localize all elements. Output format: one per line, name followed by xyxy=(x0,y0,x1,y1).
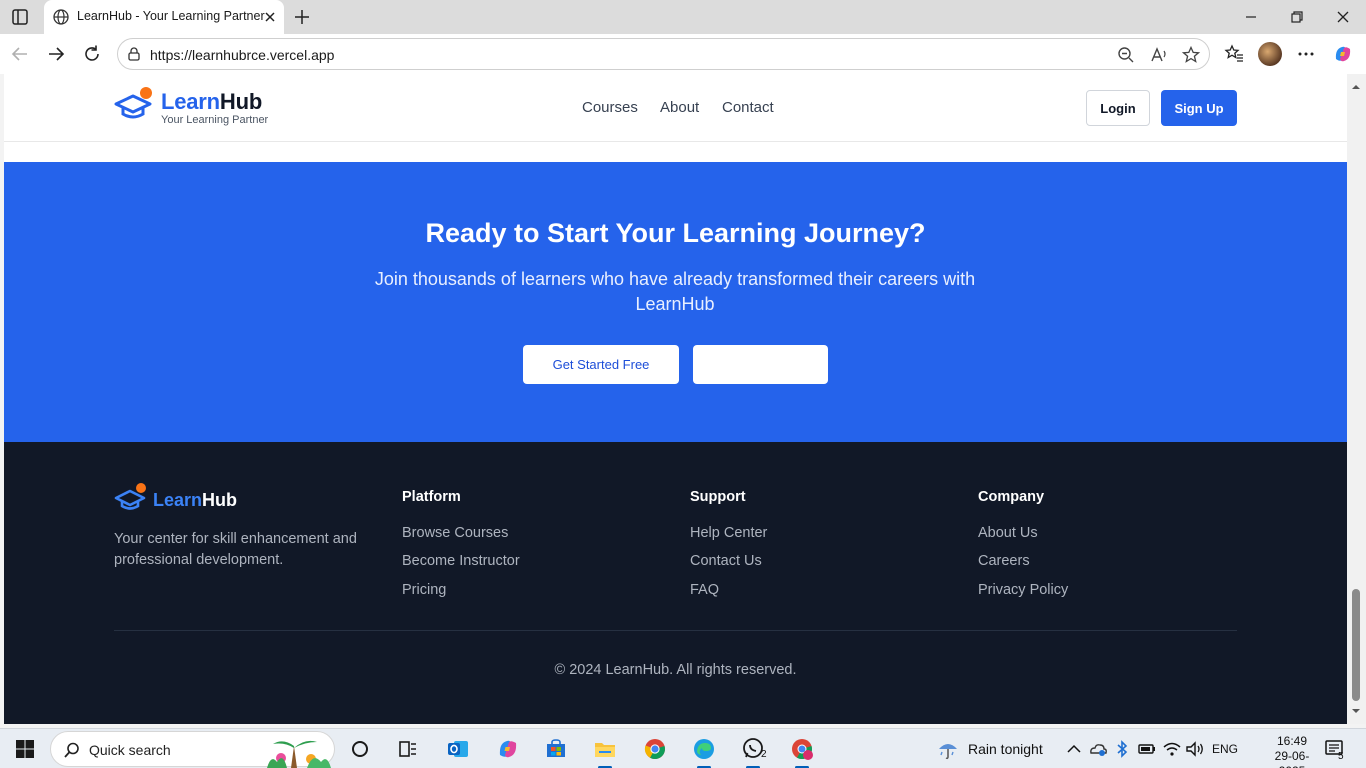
site-header: LearnHub Your Learning Partner Courses A… xyxy=(4,74,1347,142)
tab-title: LearnHub - Your Learning Partner xyxy=(77,9,265,23)
scroll-up-arrow-icon[interactable] xyxy=(1351,82,1361,92)
restore-icon[interactable] xyxy=(1286,6,1308,28)
copilot-icon[interactable] xyxy=(1332,43,1354,65)
cortana-icon[interactable] xyxy=(348,737,372,761)
footer-link-privacy-policy[interactable]: Privacy Policy xyxy=(978,582,1068,598)
nav-link-about[interactable]: About xyxy=(660,99,699,116)
footer-heading-platform: Platform xyxy=(402,489,461,505)
wifi-icon[interactable] xyxy=(1161,737,1183,761)
footer-link-contact-us[interactable]: Contact Us xyxy=(690,553,762,569)
volume-icon[interactable] xyxy=(1184,737,1206,761)
taskbar-search[interactable]: Quick search xyxy=(50,731,335,768)
footer-link-pricing[interactable]: Pricing xyxy=(402,582,446,598)
footer-copyright: © 2024 LearnHub. All rights reserved. xyxy=(554,662,797,678)
chrome-icon[interactable] xyxy=(643,737,667,761)
footer-link-faq[interactable]: FAQ xyxy=(690,582,719,598)
profile-avatar[interactable] xyxy=(1258,42,1282,66)
site-footer: LearnHub Your center for skill enhanceme… xyxy=(4,442,1347,724)
search-placeholder: Quick search xyxy=(89,742,171,758)
favorites-icon[interactable] xyxy=(1223,43,1245,65)
clock-time: 16:49 xyxy=(1276,734,1308,748)
footer-logo-learn-text: Learn xyxy=(153,490,203,510)
minimize-icon[interactable] xyxy=(1240,6,1262,28)
footer-link-about-us[interactable]: About Us xyxy=(978,525,1038,541)
onedrive-icon[interactable] xyxy=(1088,737,1108,761)
browser-tab-bar: LearnHub - Your Learning Partner xyxy=(0,0,1366,34)
browser-toolbar: https://learnhubrce.vercel.app xyxy=(0,34,1366,74)
whatsapp-badge: 2 xyxy=(761,749,767,760)
clock-date: 29-06-2025 xyxy=(1274,749,1310,768)
graduation-cap-logo-icon[interactable] xyxy=(114,86,156,122)
favorite-star-icon[interactable] xyxy=(1181,45,1201,65)
more-menu-icon[interactable] xyxy=(1295,43,1317,65)
globe-icon xyxy=(53,9,69,25)
login-button[interactable]: Login xyxy=(1086,90,1150,126)
close-tab-icon[interactable] xyxy=(262,9,278,25)
new-tab-icon[interactable] xyxy=(292,7,312,27)
scroll-down-arrow-icon[interactable] xyxy=(1351,706,1361,716)
search-highlight-illustration-icon xyxy=(267,740,331,768)
file-explorer-icon[interactable] xyxy=(593,737,617,761)
close-window-icon[interactable] xyxy=(1332,6,1354,28)
copilot-app-icon[interactable] xyxy=(496,737,520,761)
edge-icon[interactable] xyxy=(692,737,716,761)
chrome-profile-icon[interactable] xyxy=(790,737,814,761)
back-arrow-icon[interactable] xyxy=(9,43,31,65)
nav-link-contact[interactable]: Contact xyxy=(722,99,774,116)
footer-link-become-instructor[interactable]: Become Instructor xyxy=(402,553,520,569)
footer-heading-company: Company xyxy=(978,489,1045,505)
logo-hub-text: Hub xyxy=(219,89,263,114)
footer-heading-support: Support xyxy=(690,489,746,505)
read-aloud-icon[interactable] xyxy=(1149,45,1169,65)
get-started-button[interactable]: Get Started Free xyxy=(523,345,679,384)
logo-learn-text: Learn xyxy=(161,89,220,114)
windows-start-icon[interactable] xyxy=(13,737,37,761)
notifications-badge: 5 xyxy=(1338,751,1344,762)
footer-link-help-center[interactable]: Help Center xyxy=(690,525,767,541)
logo-tagline: Your Learning Partner xyxy=(161,114,269,126)
battery-icon[interactable] xyxy=(1137,737,1157,761)
cta-section: Ready to Start Your Learning Journey? Jo… xyxy=(4,162,1347,442)
logo-wordmark[interactable]: LearnHub xyxy=(161,89,262,115)
url-text[interactable]: https://learnhubrce.vercel.app xyxy=(150,47,334,63)
scroll-thumb[interactable] xyxy=(1352,589,1360,701)
secondary-cta-button[interactable] xyxy=(693,345,828,384)
tab-actions-icon[interactable] xyxy=(10,7,30,27)
bluetooth-icon[interactable] xyxy=(1113,737,1131,761)
language-indicator[interactable]: ENG xyxy=(1212,742,1238,756)
address-bar[interactable]: https://learnhubrce.vercel.app xyxy=(117,38,1210,70)
nav-link-courses[interactable]: Courses xyxy=(582,99,638,116)
cta-subtitle: Join thousands of learners who have alre… xyxy=(374,269,976,314)
footer-logo-hub-text: Hub xyxy=(202,490,238,510)
chevron-up-icon[interactable] xyxy=(1064,737,1084,761)
task-view-icon[interactable] xyxy=(396,737,420,761)
microsoft-store-icon[interactable] xyxy=(544,737,568,761)
footer-logo-wordmark[interactable]: LearnHub xyxy=(153,490,237,511)
sign-up-button[interactable]: Sign Up xyxy=(1161,90,1237,126)
taskbar-clock[interactable]: 16:49 29-06-2025 xyxy=(1262,734,1322,768)
footer-divider xyxy=(114,630,1237,631)
zoom-out-icon[interactable] xyxy=(1116,45,1136,65)
search-icon xyxy=(64,742,79,758)
site-info-icon[interactable] xyxy=(126,46,142,62)
windows-taskbar: Quick search 2 Rain tonight ENG 16:49 29… xyxy=(0,728,1366,768)
footer-link-browse-courses[interactable]: Browse Courses xyxy=(402,525,508,541)
weather-rain-icon[interactable] xyxy=(936,737,960,761)
refresh-icon[interactable] xyxy=(81,43,103,65)
footer-description: Your center for skill enhancement and pr… xyxy=(114,531,357,568)
outlook-icon[interactable] xyxy=(446,737,470,761)
footer-link-careers[interactable]: Careers xyxy=(978,553,1030,569)
page-viewport: LearnHub Your Learning Partner Courses A… xyxy=(4,74,1347,724)
cta-title: Ready to Start Your Learning Journey? xyxy=(425,218,926,248)
weather-text[interactable]: Rain tonight xyxy=(968,741,1043,757)
forward-arrow-icon[interactable] xyxy=(45,43,67,65)
active-tab[interactable]: LearnHub - Your Learning Partner xyxy=(44,0,284,34)
page-scrollbar[interactable] xyxy=(1347,74,1366,724)
graduation-cap-logo-icon[interactable] xyxy=(114,482,150,514)
